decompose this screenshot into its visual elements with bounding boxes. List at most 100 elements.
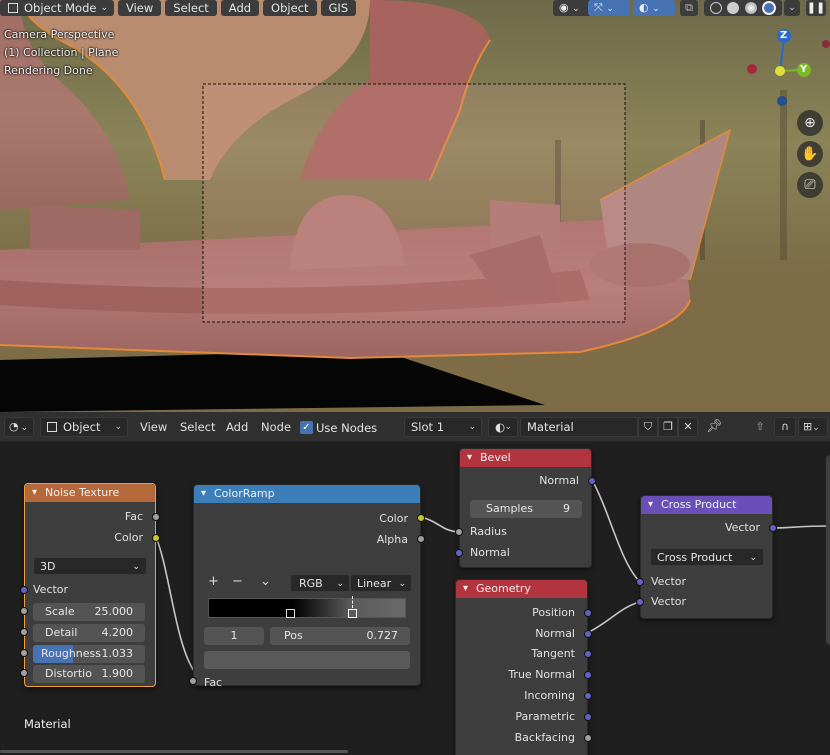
node-bevel[interactable]: Bevel Normal Samples 9 Radius Normal	[455, 448, 596, 568]
input-vector-socket[interactable]	[20, 586, 28, 594]
editor-scroll-bar[interactable]	[0, 750, 348, 753]
output-true-normal-socket[interactable]	[584, 671, 592, 679]
active-stop-index[interactable]: 1	[204, 627, 264, 645]
remove-stop-button[interactable]: −	[232, 574, 243, 589]
xray-icon: ⧉	[685, 1, 693, 14]
output-alpha-socket[interactable]	[417, 535, 425, 543]
3d-viewport[interactable]: Object Mode ⌄ View Select Add Object GIS …	[0, 0, 830, 412]
add-stop-button[interactable]: +	[208, 574, 219, 589]
cross-product-node-title[interactable]: Cross Product	[641, 496, 772, 514]
wireframe-shading-icon[interactable]	[709, 2, 722, 14]
samples-field[interactable]: Samples 9	[470, 500, 582, 518]
output-color-socket[interactable]	[417, 514, 425, 522]
input-detail-socket[interactable]	[20, 628, 28, 636]
zoom-icon[interactable]: ⊕	[797, 110, 823, 136]
material-browse-button[interactable]: ◐ ⌄	[488, 417, 518, 437]
shading-modes[interactable]	[704, 0, 782, 16]
input-fac-socket[interactable]	[189, 677, 197, 685]
output-normal-socket[interactable]	[584, 630, 592, 638]
output-position-socket[interactable]	[584, 609, 592, 617]
detail-value: 4.200	[101, 626, 134, 639]
ramp-menu-button[interactable]: ⌄	[260, 574, 271, 589]
noise-node-title[interactable]: Noise Texture	[25, 484, 155, 502]
output-incoming-socket[interactable]	[584, 692, 592, 700]
pin-icon[interactable]: 📌︎	[706, 419, 723, 434]
input-vector-a-socket[interactable]	[636, 578, 644, 586]
snap-icon: ⊞	[803, 420, 813, 433]
color-ramp-gradient[interactable]	[208, 598, 406, 618]
node-cross-product[interactable]: Cross Product Vector Cross Product ⌄ Vect…	[636, 495, 777, 619]
output-fac-socket[interactable]	[152, 513, 160, 521]
offscreen-node-edge[interactable]	[826, 455, 830, 645]
shader-type-dropdown[interactable]: Object ⌄	[40, 417, 128, 437]
pause-render-button[interactable]: ❚❚	[806, 0, 826, 16]
input-distortion-socket[interactable]	[20, 669, 28, 677]
input-normal-socket[interactable]	[455, 549, 463, 557]
operation-dropdown[interactable]: Cross Product ⌄	[650, 548, 764, 566]
material-shading-icon[interactable]	[744, 2, 757, 14]
distortion-value: 1.900	[101, 667, 134, 680]
menu-select[interactable]: Select	[165, 0, 217, 16]
menu-select[interactable]: Select	[172, 420, 223, 434]
unlink-material-button[interactable]: ✕	[678, 417, 698, 437]
xray-toggle[interactable]: ⧉	[680, 0, 698, 16]
chevron-down-icon: ⌄	[398, 579, 406, 589]
pan-hand-icon[interactable]: ✋	[797, 141, 823, 167]
menu-view[interactable]: View	[118, 0, 162, 16]
node-colorramp[interactable]: ColorRamp Color Alpha + − ⌄ RGB ⌄ Linear ⌄…	[189, 484, 425, 689]
interpolation-dropdown[interactable]: Linear ⌄	[350, 574, 412, 592]
parent-node-tree-button[interactable]: ⇧	[750, 417, 770, 437]
output-vector-socket[interactable]	[769, 524, 777, 532]
camera-icon[interactable]: ⎚	[797, 172, 823, 198]
shading-options[interactable]: ⌄	[784, 0, 800, 16]
menu-object[interactable]: Object	[263, 0, 317, 16]
output-parametric-socket[interactable]	[584, 713, 592, 721]
menu-add[interactable]: Add	[220, 0, 260, 16]
input-vector-b-socket[interactable]	[636, 598, 644, 606]
material-slot-dropdown[interactable]: Slot 1 ⌄	[404, 417, 482, 437]
node-geometry[interactable]: Geometry Position Normal Tangent True No…	[455, 579, 592, 755]
rendered-shading-icon[interactable]	[762, 1, 777, 15]
geometry-node-title[interactable]: Geometry	[456, 580, 587, 598]
menu-add[interactable]: Add	[218, 420, 256, 434]
color-stop-0[interactable]	[286, 609, 295, 618]
menu-view[interactable]: View	[132, 420, 175, 434]
gizmo-toggle[interactable]: ⤧ ⌄	[588, 0, 630, 16]
shader-node-editor[interactable]: ◔ ⌄ Object ⌄ View Select Add Node ✓ Use No…	[0, 412, 830, 755]
distortion-field[interactable]: Distortio 1.900	[33, 665, 145, 683]
roughness-field[interactable]: Roughness 1.033	[33, 645, 145, 663]
overlay-toggle[interactable]: ◐ ⌄	[633, 0, 675, 16]
input-scale-socket[interactable]	[20, 607, 28, 615]
editor-type-selector[interactable]: ◔ ⌄	[4, 417, 34, 437]
snap-element-dropdown[interactable]: ⊞⌄	[798, 417, 828, 437]
material-name-field[interactable]: Material	[520, 417, 638, 437]
menu-gis[interactable]: GIS	[320, 0, 357, 16]
stop-color-swatch[interactable]	[204, 651, 410, 669]
output-tangent-socket[interactable]	[584, 650, 592, 658]
mode-selector[interactable]: Object Mode ⌄	[0, 0, 114, 16]
input-roughness-socket[interactable]	[20, 649, 28, 657]
bevel-node-title[interactable]: Bevel	[460, 449, 591, 467]
fake-user-button[interactable]: ⛉	[638, 417, 658, 437]
use-nodes-label[interactable]: Use Nodes	[316, 421, 377, 435]
colorramp-node-title[interactable]: ColorRamp	[194, 485, 420, 503]
dimensions-dropdown[interactable]: 3D ⌄	[33, 557, 147, 575]
duplicate-material-button[interactable]: ❐	[658, 417, 678, 437]
node-noise-texture[interactable]: Noise Texture Fac Color 3D ⌄ Vector Scale…	[20, 483, 160, 687]
color-mode-dropdown[interactable]: RGB ⌄	[290, 574, 350, 592]
chevron-down-icon: ⌄	[812, 423, 820, 433]
output-normal-socket[interactable]	[588, 477, 596, 485]
stop-position-field[interactable]: Pos 0.727	[270, 627, 410, 645]
use-nodes-checkbox[interactable]: ✓	[300, 421, 313, 434]
output-color-socket[interactable]	[152, 534, 160, 542]
detail-field[interactable]: Detail 4.200	[33, 624, 145, 642]
menu-node[interactable]: Node	[253, 420, 299, 434]
scale-field[interactable]: Scale 25.000	[33, 603, 145, 621]
output-true-normal-label: True Normal	[508, 668, 575, 681]
output-backfacing-socket[interactable]	[584, 734, 592, 742]
snapping-toggle[interactable]: ∩	[774, 417, 796, 437]
solid-shading-icon[interactable]	[727, 2, 740, 14]
input-vector-a-label: Vector	[651, 575, 687, 588]
color-stop-1[interactable]	[348, 609, 357, 618]
input-radius-socket[interactable]	[455, 528, 463, 536]
